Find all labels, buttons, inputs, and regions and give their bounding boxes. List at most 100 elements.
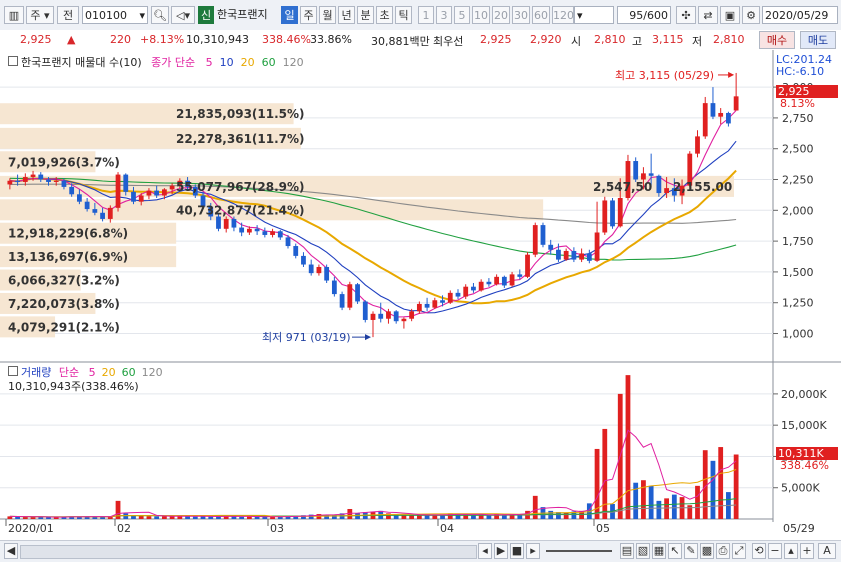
crosshair-icon[interactable]: ✣ <box>676 6 696 24</box>
candle-body <box>563 250 569 260</box>
rewind-icon[interactable]: ◂ <box>478 543 492 559</box>
volume-bar <box>347 508 353 519</box>
candle-body <box>362 301 368 320</box>
volume-tick-label: 20,000K <box>781 388 827 401</box>
low-label: 저 <box>692 35 703 48</box>
reset-icon[interactable]: ⟲ <box>752 543 766 559</box>
volume-profile-label: 4,079,291(2.1%) <box>8 320 120 334</box>
candle-body <box>154 190 160 196</box>
up-icon[interactable]: ▴ <box>784 543 798 559</box>
horizontal-scrollbar[interactable] <box>20 545 477 559</box>
stock-name: 한국프랜지 <box>217 8 268 21</box>
play-icon[interactable]: ▶ <box>494 543 508 559</box>
volume-bar <box>656 500 662 519</box>
font-size-icon[interactable]: A <box>818 543 836 559</box>
candle-body <box>702 103 708 137</box>
volume-bar <box>710 460 716 519</box>
zoom-slider[interactable] <box>546 550 612 552</box>
open-price: 2,810 <box>594 33 626 46</box>
settings-gear-icon[interactable]: ⚙ <box>742 6 760 24</box>
interval-10[interactable]: 10 <box>472 6 490 24</box>
candle-body <box>285 237 291 247</box>
legend-box-icon[interactable] <box>8 366 18 376</box>
timeframe-5[interactable]: 초 <box>376 6 393 24</box>
interval-20[interactable]: 20 <box>492 6 510 24</box>
candle-body <box>231 218 237 228</box>
date-input[interactable]: 2020/05/29 <box>762 6 838 24</box>
draw-icon[interactable]: ✎ <box>684 543 698 559</box>
stock-code-input[interactable]: 010100 ▾ <box>82 6 148 24</box>
indicator-name: 한국프랜지 매물대 수(10) <box>21 56 142 69</box>
zoom-out-icon[interactable]: − <box>768 543 782 559</box>
timeframe-4[interactable]: 분 <box>357 6 374 24</box>
search-icon[interactable]: 🔍︎ <box>151 6 169 24</box>
cursor-icon[interactable]: ↖ <box>668 543 682 559</box>
timeframe-1[interactable]: 주 <box>300 6 317 24</box>
candle-body <box>393 311 399 322</box>
save-icon[interactable]: ▣ <box>720 6 740 24</box>
zoom-in-icon[interactable]: + <box>800 543 814 559</box>
scroll-left-icon[interactable]: ◀ <box>4 543 18 559</box>
interval-30[interactable]: 30 <box>512 6 530 24</box>
candle-body <box>216 216 221 229</box>
price-tick-label: 2,500 <box>782 143 814 156</box>
timeframe-0[interactable]: 일 <box>281 6 298 24</box>
volume-profile-label: 13,136,697(6.9%) <box>8 250 128 264</box>
candle-body <box>424 303 430 308</box>
chart-type-icon[interactable]: ⇄ <box>698 6 718 24</box>
change-arrow-icon: ▲ <box>67 33 76 46</box>
table-icon[interactable]: ▦ <box>652 543 666 559</box>
candle-body <box>223 218 229 229</box>
timeframe-6[interactable]: 틱 <box>395 6 412 24</box>
trade-amount: 30,881백만 <box>371 35 430 48</box>
period-dropdown[interactable]: 주 ▾ <box>26 6 54 24</box>
volume-bar <box>331 514 337 519</box>
sell-button[interactable]: 매도 <box>800 31 836 49</box>
interval-1[interactable]: 1 <box>418 6 434 24</box>
period-select[interactable]: ▾ <box>574 6 614 24</box>
candle-body <box>15 180 20 182</box>
buy-button[interactable]: 매수 <box>759 31 795 49</box>
prev-button[interactable]: 전 <box>57 6 79 24</box>
stock-chart[interactable]: 21,835,093(11.5%) 22,278,361(11.7%) 7,019,… <box>0 50 841 540</box>
forward-icon[interactable]: ▸ <box>526 543 540 559</box>
compare-icon[interactable]: ▧ <box>636 543 650 559</box>
layout-icon[interactable]: ▤ <box>620 543 634 559</box>
interval-60[interactable]: 60 <box>532 6 550 24</box>
volume-bar <box>146 516 152 519</box>
timeframe-2[interactable]: 월 <box>319 6 336 24</box>
ma-period-20: 20 <box>240 56 255 69</box>
bar-count-total: /600 <box>643 9 668 22</box>
volume-bar <box>239 516 245 519</box>
price-tick-label: 1,000 <box>782 328 814 341</box>
candle-body <box>277 231 283 238</box>
sound-icon[interactable]: ◁▾ <box>171 6 195 24</box>
stop-icon[interactable]: ■ <box>510 543 524 559</box>
candle-body <box>69 186 75 195</box>
expand-icon[interactable]: ⤢ <box>732 543 746 559</box>
volume-bar <box>22 516 28 519</box>
candle-body <box>617 197 623 227</box>
timeframe-3[interactable]: 년 <box>338 6 355 24</box>
print-icon[interactable]: ⎙ <box>716 543 730 559</box>
candle-body <box>586 253 592 261</box>
candle-body <box>301 255 306 265</box>
volume-bar <box>532 495 538 519</box>
volume-bar <box>208 516 214 519</box>
candle-body <box>571 250 577 260</box>
candle-body <box>355 284 360 302</box>
low-annotation: 최저 971 (03/19) <box>262 331 351 344</box>
bar-count-display[interactable]: 95/600 <box>617 6 671 24</box>
legend-box-icon[interactable] <box>8 56 18 66</box>
candle-body <box>509 274 515 286</box>
interval-3[interactable]: 3 <box>436 6 452 24</box>
candle-body <box>517 274 523 277</box>
candle-body <box>525 254 530 277</box>
interval-5[interactable]: 5 <box>454 6 470 24</box>
chart-menu-icon[interactable]: ▥ <box>4 6 24 24</box>
best-bid: 2,920 <box>530 33 562 46</box>
interval-120[interactable]: 120 <box>552 6 574 24</box>
grid-icon[interactable]: ▩ <box>700 543 714 559</box>
volume-bar <box>664 498 669 519</box>
stock-badge: 신 <box>198 6 214 24</box>
